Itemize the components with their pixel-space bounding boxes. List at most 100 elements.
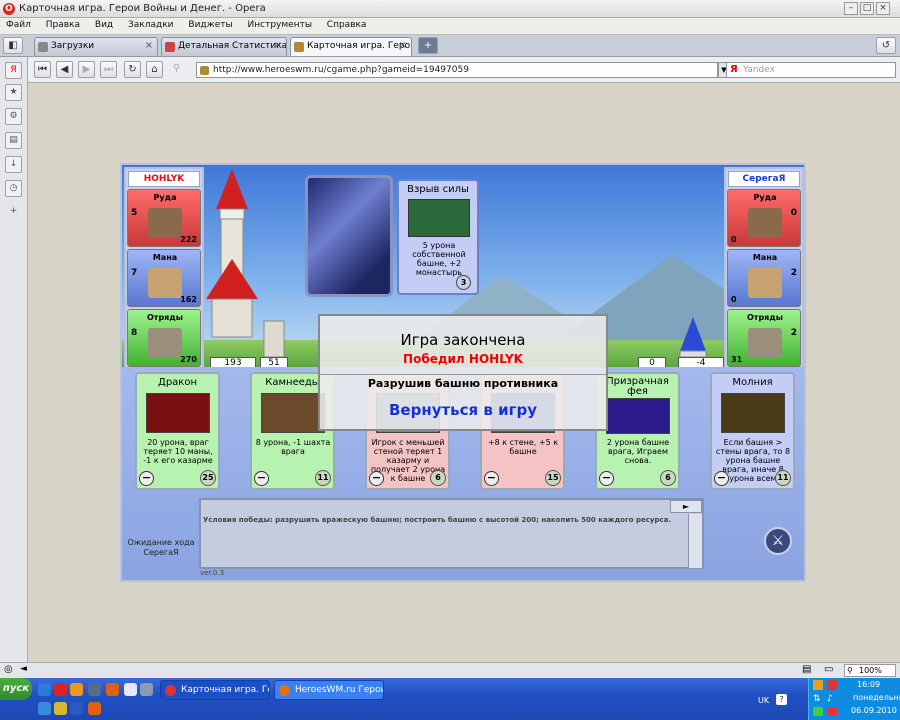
- resource-mana: Мана 7 162: [127, 249, 201, 307]
- reload-button[interactable]: ↻: [124, 61, 141, 78]
- discard-button[interactable]: −: [599, 471, 614, 486]
- return-to-game-link[interactable]: Вернуться в игру: [320, 401, 606, 419]
- log-scrollbar[interactable]: [688, 514, 702, 568]
- discard-button[interactable]: −: [714, 471, 729, 486]
- discard-button[interactable]: −: [369, 471, 384, 486]
- discard-button[interactable]: −: [139, 471, 154, 486]
- taskbar-item-opera[interactable]: Карточная игра. Геро...: [160, 680, 270, 700]
- tray-app-icon[interactable]: [827, 707, 837, 716]
- opera-logo-icon: O: [3, 3, 15, 15]
- opera-icon[interactable]: [54, 683, 67, 696]
- player-right-panel: СерегаЯ Руда 0 0 Мана 2 0 Отряды 2 31: [724, 167, 804, 369]
- tab-statistics[interactable]: Детальная Статистика... ×: [161, 37, 287, 56]
- wand-icon[interactable]: ⚲: [168, 61, 185, 78]
- maximize-button[interactable]: □: [860, 2, 874, 15]
- view-icon[interactable]: ▭: [824, 664, 833, 675]
- bookmarks-panel-icon[interactable]: ★: [5, 84, 22, 101]
- card-cost: 11: [315, 470, 331, 486]
- panel-toggle-button[interactable]: ◧: [3, 37, 23, 54]
- game-version: ver.0.3: [200, 569, 225, 577]
- volume-icon[interactable]: ♪: [827, 694, 833, 704]
- player-left-wall-graphic: [263, 320, 285, 357]
- fast-forward-button[interactable]: ⏭: [100, 61, 117, 78]
- tab-card-game[interactable]: Карточная игра. Героя... ×: [290, 37, 412, 56]
- history-panel-icon[interactable]: ◷: [5, 180, 22, 197]
- new-tab-button[interactable]: +: [418, 37, 438, 54]
- hand-card-lightning[interactable]: Молния Если башня > стены врага, то 8 ур…: [710, 372, 795, 490]
- windows-taskbar: пуск Карточная игра. Геро... HeroesWM.ru…: [0, 678, 900, 720]
- card-cost: 6: [660, 470, 676, 486]
- zoom-icon: ⚲: [847, 666, 853, 675]
- monastery-icon: [748, 268, 782, 298]
- search-field[interactable]: Я Yandex: [726, 62, 896, 78]
- firefox-icon: [279, 685, 290, 696]
- app-icon[interactable]: [140, 683, 153, 696]
- word-icon[interactable]: [70, 702, 83, 715]
- app-icon[interactable]: [38, 702, 51, 715]
- home-button[interactable]: ⌂: [146, 61, 163, 78]
- window-title: Карточная игра. Герои Войны и Денег. - O…: [19, 3, 266, 14]
- menu-help[interactable]: Справка: [321, 18, 373, 32]
- scroll-left-icon[interactable]: ◄: [20, 664, 27, 674]
- menu-edit[interactable]: Правка: [40, 18, 86, 32]
- tray-app-icon[interactable]: [813, 680, 823, 690]
- back-button[interactable]: ◀: [56, 61, 73, 78]
- forward-button[interactable]: ▶: [78, 61, 95, 78]
- log-send-button[interactable]: ►: [670, 500, 702, 513]
- widgets-panel-icon[interactable]: ⚙: [5, 108, 22, 125]
- downloads-panel-icon[interactable]: ↓: [5, 156, 22, 173]
- minimize-button[interactable]: –: [844, 2, 858, 15]
- site-favicon-icon: [165, 42, 175, 52]
- menu-widgets[interactable]: Виджеты: [182, 18, 238, 32]
- rewind-button[interactable]: ⏮: [34, 61, 51, 78]
- add-panel-icon[interactable]: +: [5, 204, 22, 221]
- turbo-icon[interactable]: ◎: [4, 664, 13, 675]
- menu-view[interactable]: Вид: [89, 18, 119, 32]
- taskbar-item-firefox[interactable]: HeroesWM.ru Герои в...: [274, 680, 384, 700]
- card-picture: [408, 199, 470, 237]
- hand-card-dragon[interactable]: Дракон 20 урона, враг теряет 10 маны, -1…: [135, 372, 220, 490]
- tab-close-icon[interactable]: ×: [274, 40, 282, 51]
- discard-button[interactable]: −: [254, 471, 269, 486]
- sound-settings-icon[interactable]: ⚔: [764, 527, 792, 555]
- dialog-title: Игра закончена: [400, 331, 526, 349]
- mine-icon: [148, 208, 182, 238]
- address-field[interactable]: http://www.heroeswm.ru/cgame.php?gameid=…: [196, 62, 718, 78]
- firefox-icon[interactable]: [88, 702, 101, 715]
- language-indicator[interactable]: UK: [758, 696, 769, 705]
- ie-icon[interactable]: [38, 683, 51, 696]
- network-icon[interactable]: ⇅: [813, 694, 821, 704]
- menu-tools[interactable]: Инструменты: [242, 18, 318, 32]
- card-picture: [261, 393, 325, 433]
- tab-close-icon[interactable]: ×: [145, 40, 153, 51]
- firefox-icon[interactable]: [106, 683, 119, 696]
- yandex-panel-icon[interactable]: Я: [5, 62, 22, 79]
- card-cost: 15: [545, 470, 561, 486]
- menu-bookmarks[interactable]: Закладки: [122, 18, 180, 32]
- tab-downloads[interactable]: Загрузки ×: [34, 37, 158, 56]
- save-icon[interactable]: [124, 683, 137, 696]
- help-icon[interactable]: ?: [776, 694, 787, 705]
- tab-bar: ◧ Загрузки × Детальная Статистика... × К…: [0, 35, 900, 57]
- tray-app-icon[interactable]: [827, 680, 837, 690]
- close-window-button[interactable]: ×: [876, 2, 890, 15]
- opera-icon: [165, 685, 176, 696]
- resource-mana: Мана 2 0: [727, 249, 801, 307]
- closed-tabs-button[interactable]: ↺: [876, 37, 896, 54]
- app-icon[interactable]: [54, 702, 67, 715]
- start-button[interactable]: пуск: [0, 678, 32, 700]
- tab-close-icon[interactable]: ×: [399, 40, 407, 51]
- menu-file[interactable]: Файл: [0, 18, 37, 32]
- notes-panel-icon[interactable]: ▤: [5, 132, 22, 149]
- show-desktop-icon[interactable]: [88, 683, 101, 696]
- tray-app-icon[interactable]: [813, 707, 823, 716]
- card-cost: 25: [200, 470, 216, 486]
- barracks-icon: [148, 328, 182, 358]
- explorer-icon[interactable]: [70, 683, 83, 696]
- player-left-tower-graphic: [206, 169, 258, 338]
- discard-button[interactable]: −: [484, 471, 499, 486]
- system-tray: ⇅ ♪ 16:09 понедельник 06.09.2010: [808, 678, 900, 720]
- resource-ore: Руда 0 0: [727, 189, 801, 247]
- zoom-control[interactable]: ⚲ 100%: [844, 664, 896, 677]
- page-tools-icon[interactable]: ▤: [802, 664, 811, 675]
